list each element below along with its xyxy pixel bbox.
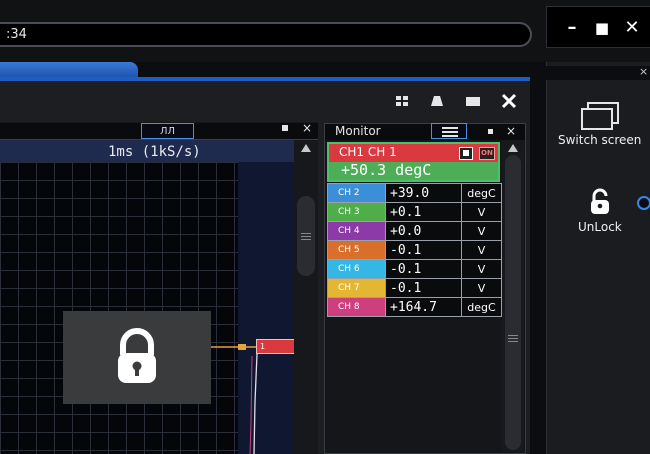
trace-marker[interactable] <box>238 344 246 350</box>
monitor-grip-icon <box>508 335 518 336</box>
window-icon[interactable] <box>462 91 484 111</box>
monitor-title: Monitor <box>335 124 381 138</box>
unlock-icon[interactable] <box>589 188 611 218</box>
channel-value: -0.1 <box>385 240 462 260</box>
status-dot <box>637 196 650 210</box>
monitor-menu-button[interactable] <box>431 123 467 139</box>
clock-text: :34 <box>6 27 27 42</box>
ch1-value: +50.3 degC <box>341 161 432 179</box>
ch1-on-toggle[interactable]: ON <box>479 147 495 160</box>
channel-row[interactable]: CH 2 +39.0 degC <box>327 183 502 203</box>
unlock-label[interactable]: UnLock <box>578 220 622 234</box>
channel-label: CH 4 <box>327 221 386 241</box>
ch1-stop-icon[interactable] <box>459 147 473 160</box>
channel-unit: V <box>461 221 502 241</box>
channel-value: +164.7 <box>385 297 462 317</box>
channel-label: CH 3 <box>327 202 386 222</box>
channel-unit: degC <box>461 183 502 203</box>
channel-row[interactable]: CH 7 -0.1 V <box>327 278 502 298</box>
monitor-close-icon[interactable]: × <box>506 124 516 138</box>
channel-unit: degC <box>461 297 502 317</box>
timeline-bar <box>0 22 532 47</box>
channel-row[interactable]: CH 3 +0.1 V <box>327 202 502 222</box>
monitor-scroll-thumb[interactable] <box>505 155 521 450</box>
close-panel-icon[interactable] <box>498 91 520 111</box>
trace-signal <box>253 353 258 454</box>
timebase-label: 1ms (1kS/s) <box>108 144 201 160</box>
scope-close-icon[interactable]: × <box>302 121 312 135</box>
scroll-up-icon[interactable] <box>294 141 318 155</box>
pulse-icon[interactable]: ЛЛ <box>141 123 194 139</box>
channel-unit: V <box>461 202 502 222</box>
channel-table: CH 2 +39.0 degC CH 3 +0.1 V CH 4 +0.0 V CH 5 -0.1 V… <box>327 183 502 317</box>
ch1-name: CH1 CH 1 <box>339 145 397 159</box>
channel-label: CH 8 <box>327 297 386 317</box>
channel-unit: V <box>461 240 502 260</box>
channel-value: -0.1 <box>385 278 462 298</box>
minimize-button[interactable]: – <box>561 17 583 39</box>
channel-row[interactable]: CH 5 -0.1 V <box>327 240 502 260</box>
switch-screen-icon[interactable] <box>578 100 624 134</box>
monitor-scroll-up-icon[interactable] <box>502 141 524 155</box>
channel-row[interactable]: CH 6 -0.1 V <box>327 259 502 279</box>
switch-screen-label[interactable]: Switch screen <box>558 133 641 147</box>
scope-traces <box>210 344 258 454</box>
scope-min-icon[interactable] <box>282 125 288 131</box>
scope-scrollbar[interactable] <box>294 140 318 454</box>
channel-row[interactable]: CH 4 +0.0 V <box>327 221 502 241</box>
trace-signal-2 <box>249 355 253 454</box>
channel-label: CH 7 <box>327 278 386 298</box>
channel-marker-tag[interactable]: 1 <box>256 339 295 354</box>
side-panel-header: × <box>546 65 650 80</box>
lock-overlay[interactable] <box>63 311 211 404</box>
grip-icon <box>301 233 311 234</box>
window-controls: – ■ ✕ <box>546 6 650 48</box>
trapezoid-icon[interactable] <box>426 91 448 111</box>
close-button[interactable]: ✕ <box>621 17 643 39</box>
scope-scroll-thumb[interactable] <box>297 196 315 276</box>
side-close-icon[interactable]: × <box>639 65 648 78</box>
grid-layout-icon[interactable] <box>391 91 413 111</box>
hamburger-icon <box>442 127 458 129</box>
channel-value: +0.0 <box>385 221 462 241</box>
channel-label: CH 5 <box>327 240 386 260</box>
channel-value: +0.1 <box>385 202 462 222</box>
channel-label: CH 2 <box>327 183 386 203</box>
channel-value: -0.1 <box>385 259 462 279</box>
channel-label: CH 6 <box>327 259 386 279</box>
channel-row[interactable]: CH 8 +164.7 degC <box>327 297 502 317</box>
monitor-min-icon[interactable] <box>488 129 493 134</box>
channel-value: +39.0 <box>385 183 462 203</box>
channel-unit: V <box>461 259 502 279</box>
channel-unit: V <box>461 278 502 298</box>
lock-icon <box>118 328 156 383</box>
maximize-button[interactable]: ■ <box>591 17 613 39</box>
